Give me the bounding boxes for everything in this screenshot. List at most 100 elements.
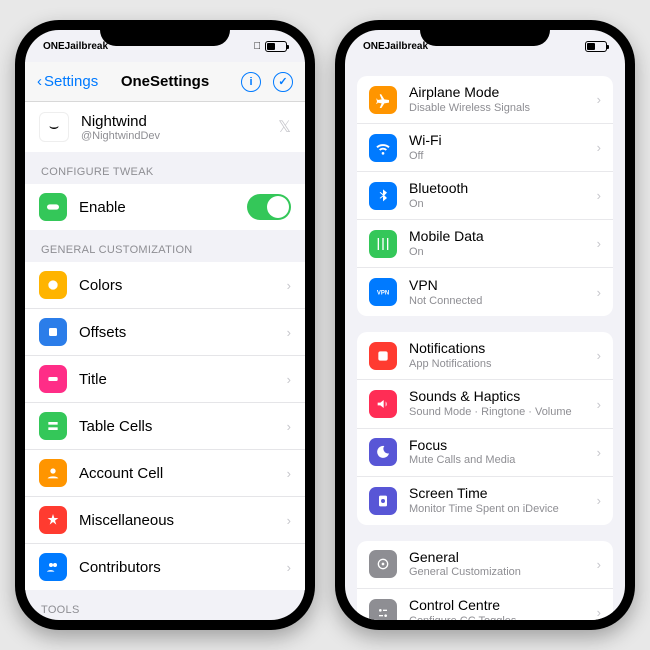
- notch: [100, 20, 230, 46]
- label: Miscellaneous: [79, 512, 287, 529]
- twitter-icon: 𝕏: [278, 117, 291, 137]
- cell-accountcell[interactable]: Account Cell ›: [25, 450, 305, 497]
- enable-cell: Enable: [25, 184, 305, 230]
- cell-notifications[interactable]: NotificationsApp Notifications›: [357, 332, 613, 380]
- misc-icon: [39, 506, 67, 534]
- label: Wi-Fi: [409, 132, 597, 149]
- subtitle: Monitor Time Spent on iDevice: [409, 502, 597, 516]
- contrib-icon: [39, 553, 67, 581]
- label: VPN: [409, 277, 597, 294]
- battery-icon: [585, 41, 607, 52]
- label: Notifications: [409, 340, 597, 357]
- airplane-icon: [369, 86, 397, 114]
- cell-controlcentre[interactable]: Control CentreConfigure CC Toggles›: [357, 589, 613, 620]
- toggle-icon: [39, 193, 67, 221]
- cell-airplane[interactable]: Airplane ModeDisable Wireless Signals›: [357, 76, 613, 124]
- cell-general[interactable]: GeneralGeneral Customization›: [357, 541, 613, 589]
- developer-handle: @NightwindDev: [81, 130, 278, 142]
- carrier: ONEJailbreak: [363, 41, 428, 52]
- sounds-icon: [369, 390, 397, 418]
- chevron-right-icon: ›: [597, 493, 601, 508]
- chevron-right-icon: ›: [597, 445, 601, 460]
- enable-toggle[interactable]: [247, 194, 291, 220]
- colors-icon: [39, 271, 67, 299]
- chevron-right-icon: ›: [597, 140, 601, 155]
- cell-title[interactable]: Title ›: [25, 356, 305, 403]
- cell-bluetooth[interactable]: BluetoothOn›: [357, 172, 613, 220]
- label: Title: [79, 371, 287, 388]
- checkmark-button[interactable]: ✓: [273, 72, 293, 92]
- label: Airplane Mode: [409, 84, 597, 101]
- cell-vpn[interactable]: VPNVPNNot Connected›: [357, 268, 613, 316]
- notifications-icon: [369, 342, 397, 370]
- title-icon: [39, 365, 67, 393]
- phone-left: ONEJailbreak 􀙇 ‹ Settings OneSettings i …: [15, 20, 315, 630]
- cell-contributors[interactable]: Contributors ›: [25, 544, 305, 590]
- developer-name: Nightwind: [81, 113, 278, 130]
- chevron-right-icon: ›: [287, 513, 291, 528]
- mobiledata-icon: [369, 230, 397, 258]
- account-icon: [39, 459, 67, 487]
- page-title: OneSettings: [121, 73, 209, 90]
- cell-mobiledata[interactable]: Mobile DataOn›: [357, 220, 613, 268]
- chevron-right-icon: ›: [287, 278, 291, 293]
- svg-text:VPN: VPN: [377, 291, 389, 297]
- subtitle: On: [409, 197, 597, 211]
- section-general: GENERAL CUSTOMIZATION: [25, 230, 305, 262]
- chevron-right-icon: ›: [597, 188, 601, 203]
- focus-icon: [369, 438, 397, 466]
- label: Sounds & Haptics: [409, 388, 597, 405]
- section-configure: CONFIGURE TWEAK: [25, 152, 305, 184]
- avatar: ⌣: [39, 112, 69, 142]
- label: Mobile Data: [409, 228, 597, 245]
- bluetooth-icon: [369, 182, 397, 210]
- nav-bar: ‹ Settings OneSettings i ✓: [25, 62, 305, 102]
- info-button[interactable]: i: [241, 72, 261, 92]
- section-tools: TOOLS: [25, 590, 305, 620]
- chevron-right-icon: ›: [597, 348, 601, 363]
- chevron-right-icon: ›: [597, 397, 601, 412]
- subtitle: Not Connected: [409, 294, 597, 308]
- subtitle: Disable Wireless Signals: [409, 101, 597, 115]
- general-icon: [369, 550, 397, 578]
- subtitle: General Customization: [409, 565, 597, 579]
- cell-wifi[interactable]: Wi-FiOff›: [357, 124, 613, 172]
- controlcentre-icon: [369, 599, 397, 620]
- chevron-right-icon: ›: [287, 372, 291, 387]
- cell-colors[interactable]: Colors ›: [25, 262, 305, 309]
- chevron-right-icon: ›: [597, 605, 601, 620]
- carrier: ONEJailbreak: [43, 41, 108, 52]
- chevron-right-icon: ›: [597, 557, 601, 572]
- cell-tablecells[interactable]: Table Cells ›: [25, 403, 305, 450]
- chevron-right-icon: ›: [287, 325, 291, 340]
- cell-focus[interactable]: FocusMute Calls and Media›: [357, 429, 613, 477]
- cell-sounds[interactable]: Sounds & HapticsSound Mode · Ringtone · …: [357, 380, 613, 428]
- phone-right: ONEJailbreak Airplane ModeDisable Wirele…: [335, 20, 635, 630]
- label: Bluetooth: [409, 180, 597, 197]
- screentime-icon: [369, 487, 397, 515]
- developer-cell[interactable]: ⌣ Nightwind @NightwindDev 𝕏: [25, 102, 305, 152]
- back-button[interactable]: ‹ Settings: [37, 73, 98, 90]
- cell-screentime[interactable]: Screen TimeMonitor Time Spent on iDevice…: [357, 477, 613, 525]
- label: Control Centre: [409, 597, 597, 614]
- label: Account Cell: [79, 465, 287, 482]
- subtitle: App Notifications: [409, 357, 597, 371]
- chevron-right-icon: ›: [597, 236, 601, 251]
- notch: [420, 20, 550, 46]
- chevron-right-icon: ›: [597, 92, 601, 107]
- chevron-right-icon: ›: [287, 466, 291, 481]
- label: Offsets: [79, 324, 287, 341]
- content: Airplane ModeDisable Wireless Signals›Wi…: [345, 62, 625, 620]
- label: Screen Time: [409, 485, 597, 502]
- wifi-icon: 􀙇: [254, 41, 262, 52]
- label: General: [409, 549, 597, 566]
- subtitle: Configure CC Toggles: [409, 614, 597, 620]
- back-label: Settings: [44, 73, 98, 90]
- vpn-icon: VPN: [369, 278, 397, 306]
- label: Table Cells: [79, 418, 287, 435]
- label: Contributors: [79, 559, 287, 576]
- chevron-right-icon: ›: [287, 560, 291, 575]
- cell-offsets[interactable]: Offsets ›: [25, 309, 305, 356]
- label: Colors: [79, 277, 287, 294]
- cell-misc[interactable]: Miscellaneous ›: [25, 497, 305, 544]
